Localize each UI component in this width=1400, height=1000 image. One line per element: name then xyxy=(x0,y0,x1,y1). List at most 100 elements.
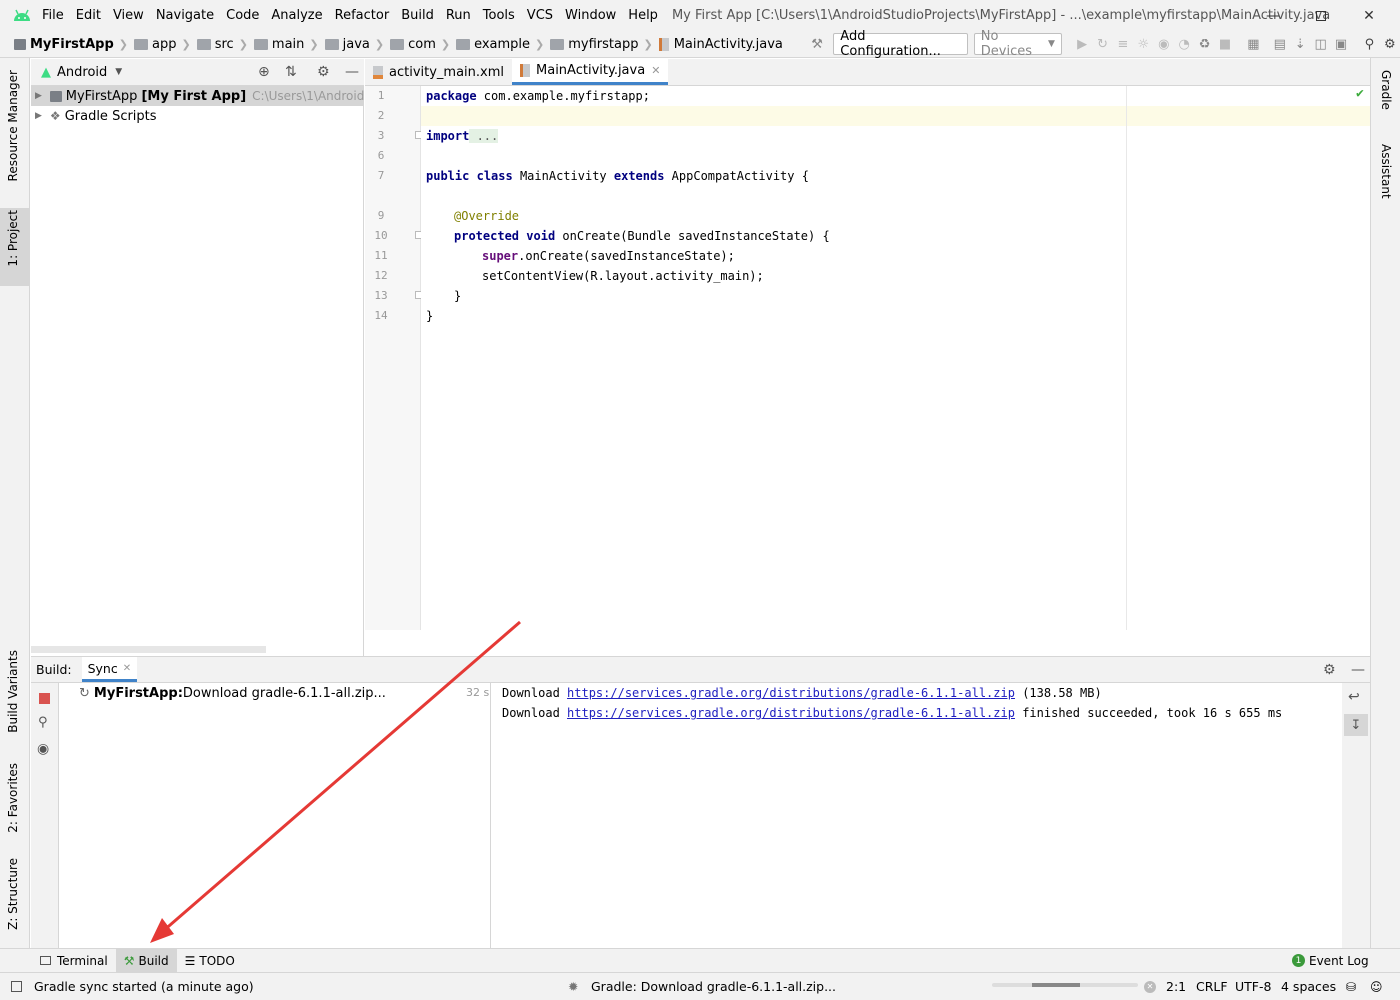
output-text: finished succeeded, took 16 s 655 ms xyxy=(1014,706,1283,720)
hammer-icon[interactable]: ⚒ xyxy=(807,33,827,55)
menu-window[interactable]: Window xyxy=(559,8,622,23)
menu-analyze[interactable]: Analyze xyxy=(265,8,328,23)
pin-icon[interactable]: ⚲ xyxy=(38,715,48,730)
folded-imports[interactable]: ... xyxy=(469,129,499,143)
breadcrumb-myfirstapp[interactable]: myfirstapp ❯ xyxy=(550,37,653,52)
stop-icon[interactable] xyxy=(39,693,50,704)
locate-icon[interactable]: ⊕ xyxy=(258,64,270,80)
eye-icon[interactable]: ◉ xyxy=(37,741,49,757)
sdk-manager-icon[interactable]: ⇣ xyxy=(1290,33,1310,55)
apply-code-changes-icon[interactable]: ≡ xyxy=(1113,33,1133,55)
gear-icon[interactable]: ⚙ xyxy=(1323,662,1336,678)
close-tab-icon[interactable]: ✕ xyxy=(123,663,131,674)
status-message[interactable]: Gradle sync started (a minute ago) xyxy=(34,979,254,994)
collapse-icon[interactable]: ⇅ xyxy=(285,64,297,80)
menu-file[interactable]: File xyxy=(36,8,70,23)
caret-position[interactable]: 2:1 xyxy=(1166,979,1186,994)
menu-help[interactable]: Help xyxy=(622,8,664,23)
tab-activity-main-xml[interactable]: activity_main.xml xyxy=(365,59,512,85)
chevron-down-icon[interactable]: ▼ xyxy=(115,67,122,77)
build-output[interactable]: Download https://services.gradle.org/dis… xyxy=(492,683,1342,948)
structure-tab[interactable]: Z: Structure xyxy=(6,858,20,930)
tree-item-gradle-scripts[interactable]: ▶ ❖ Gradle Scripts xyxy=(31,106,157,126)
breadcrumb-java[interactable]: java ❯ xyxy=(324,37,384,52)
menu-navigate[interactable]: Navigate xyxy=(150,8,220,23)
panel-toggle-icon[interactable] xyxy=(11,981,22,992)
code-line-1: package com.example.myfirstapp; xyxy=(426,86,650,106)
file-encoding[interactable]: UTF-8 xyxy=(1235,979,1271,994)
gradle-tab[interactable]: Gradle xyxy=(1379,70,1393,110)
close-button[interactable]: ✕ xyxy=(1346,0,1392,31)
resource-manager-tab[interactable]: Resource Manager xyxy=(6,70,20,181)
close-tab-icon[interactable]: ✕ xyxy=(651,64,660,77)
gradle-download-link[interactable]: https://services.gradle.org/distribution… xyxy=(567,706,1015,720)
chevron-right-icon: ❯ xyxy=(440,37,451,51)
tab-mainactivity-java[interactable]: MainActivity.java ✕ xyxy=(512,59,669,85)
inspection-ok-icon[interactable]: ✔ xyxy=(1356,86,1364,101)
menu-build[interactable]: Build xyxy=(395,8,440,23)
gear-icon[interactable]: ⚙ xyxy=(317,64,330,80)
maximize-button[interactable] xyxy=(1298,0,1344,31)
soft-wrap-icon[interactable]: ↩ xyxy=(1348,689,1360,705)
expand-arrow-icon[interactable]: ▶ xyxy=(35,91,42,101)
layout-inspector-icon[interactable]: ▣ xyxy=(1331,33,1351,55)
indent-setting[interactable]: 4 spaces xyxy=(1281,979,1336,994)
sync-gradle-icon[interactable]: ♻ xyxy=(1194,33,1214,55)
breadcrumb-com[interactable]: com ❯ xyxy=(390,37,450,52)
attach-debugger-icon[interactable]: ◔ xyxy=(1174,33,1194,55)
device-selector[interactable]: No Devices ▼ xyxy=(973,29,1062,59)
apply-changes-icon[interactable]: ↻ xyxy=(1092,33,1112,55)
debug-icon[interactable]: ☼ xyxy=(1133,33,1153,55)
menu-tools[interactable]: Tools xyxy=(477,8,521,23)
menu-run[interactable]: Run xyxy=(440,8,477,23)
tree-item-myfirstapp[interactable]: ▶ MyFirstApp [My First App] C:\Users\1\A… xyxy=(31,86,364,106)
scroll-to-end-icon[interactable]: ↧ xyxy=(1344,714,1368,736)
search-icon[interactable]: ⚲ xyxy=(1359,33,1379,55)
expand-arrow-icon[interactable]: ▶ xyxy=(35,111,42,121)
inspector-icon[interactable]: ☺ xyxy=(1370,980,1383,994)
add-configuration-button[interactable]: Add Configuration... xyxy=(833,29,968,59)
build-variants-tab[interactable]: Build Variants xyxy=(6,650,20,733)
gear-icon[interactable]: ⚙ xyxy=(1380,33,1400,55)
hide-icon[interactable]: — xyxy=(1351,662,1365,678)
tab-sync[interactable]: Sync ✕ xyxy=(81,657,138,682)
breadcrumb-src[interactable]: src ❯ xyxy=(196,37,248,52)
favorites-tab[interactable]: 2: Favorites xyxy=(6,763,20,833)
terminal-tab[interactable]: Terminal xyxy=(32,949,116,973)
menu-view[interactable]: View xyxy=(107,8,150,23)
stop-icon[interactable]: ■ xyxy=(1215,33,1235,55)
menu-edit[interactable]: Edit xyxy=(70,8,107,23)
assistant-tab[interactable]: Assistant xyxy=(1379,144,1393,199)
line-number: 11 xyxy=(374,249,388,262)
breadcrumb-app[interactable]: app ❯ xyxy=(134,37,191,52)
lock-icon[interactable]: ⛁ xyxy=(1346,980,1356,994)
gradle-download-link[interactable]: https://services.gradle.org/distribution… xyxy=(567,686,1015,700)
line-separator[interactable]: CRLF xyxy=(1196,979,1228,994)
device-selector-label: No Devices xyxy=(980,29,1032,59)
profile-icon[interactable]: ◉ xyxy=(1154,33,1174,55)
project-view-mode[interactable]: Android xyxy=(57,65,107,80)
menu-vcs[interactable]: VCS xyxy=(521,8,559,23)
breadcrumb-example[interactable]: example ❯ xyxy=(456,37,544,52)
background-task-label[interactable]: Gradle: Download gradle-6.1.1-all.zip... xyxy=(591,979,836,994)
code-text: com.example.myfirstapp; xyxy=(476,89,650,103)
menu-refactor[interactable]: Refactor xyxy=(329,8,396,23)
todo-tab[interactable]: ☰ TODO xyxy=(177,949,243,973)
build-tab[interactable]: ⚒ Build xyxy=(115,948,177,973)
hide-icon[interactable]: — xyxy=(345,64,359,80)
project-structure-icon[interactable]: ▦ xyxy=(1243,33,1263,55)
device-mirror-icon[interactable]: ◫ xyxy=(1310,33,1330,55)
project-tab[interactable]: 1: Project xyxy=(6,210,20,267)
menu-code[interactable]: Code xyxy=(220,8,265,23)
build-tree-item[interactable]: ↻ MyFirstApp: Download gradle-6.1.1-all.… xyxy=(79,683,386,703)
run-icon[interactable]: ▶ xyxy=(1072,33,1092,55)
horizontal-scrollbar[interactable] xyxy=(31,646,266,653)
cancel-task-icon[interactable]: ✕ xyxy=(1144,980,1156,993)
breadcrumb-project[interactable]: MyFirstApp ❯ xyxy=(14,37,128,52)
avd-manager-icon[interactable]: ▤ xyxy=(1270,33,1290,55)
breadcrumb-main[interactable]: main ❯ xyxy=(253,37,319,52)
event-log-tab[interactable]: 1 Event Log xyxy=(1284,949,1377,973)
breadcrumb-mainactivity[interactable]: MainActivity.java xyxy=(658,37,783,52)
minimize-button[interactable]: — xyxy=(1250,0,1296,31)
code-editor[interactable]: package com.example.myfirstapp; import .… xyxy=(421,86,1370,630)
